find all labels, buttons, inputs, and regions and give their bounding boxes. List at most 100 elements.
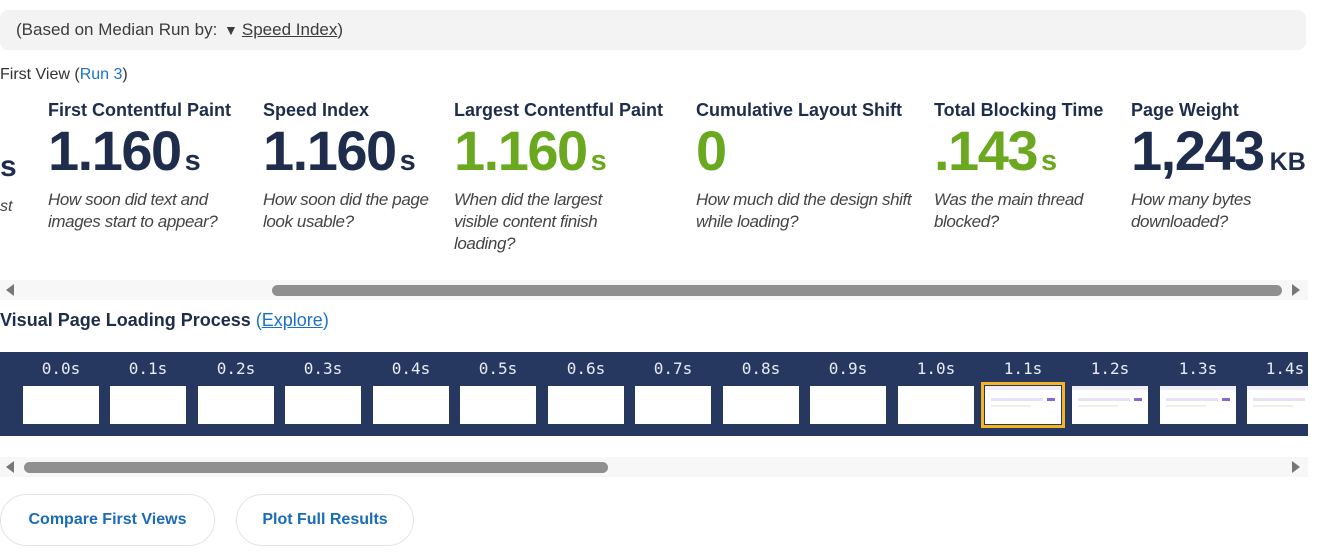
metric-unit: s [590,145,607,177]
scroll-left-icon[interactable] [6,284,14,296]
speed-index-link[interactable]: Speed Index [242,20,337,39]
metric-value: 1.160 s [454,123,644,181]
metric-description: How many bytes downloaded? [1131,190,1252,231]
frame-thumbnail[interactable] [285,386,361,424]
frame-time: 0.7s [653,359,693,378]
filmstrip-frame[interactable]: 0.2s [197,352,275,424]
metric-unit: s [184,145,201,177]
frame-time: 1.2s [1090,359,1130,378]
metric-cumulative-layout-shift: Cumulative Layout Shift 0 How much did t… [696,100,916,233]
median-run-bar: (Based on Median Run by: ▼ Speed Index) [0,10,1306,50]
thumb-header [1160,386,1236,390]
first-view-heading: First View (Run 3) [0,66,128,84]
thumb-content-bar [1166,398,1218,401]
filmstrip-frame[interactable]: 0.3s [284,352,362,424]
compare-first-views-button[interactable]: Compare First Views [0,494,215,546]
frame-thumbnail[interactable] [898,386,974,424]
frame-thumbnail[interactable] [635,386,711,424]
metric-value: 1.160 s [263,123,443,181]
frame-thumbnail[interactable] [198,386,274,424]
median-suffix: ) [337,20,344,39]
filmstrip-frame[interactable]: 0.1s [109,352,187,424]
filmstrip-frame[interactable]: 1.0s [897,352,975,424]
metric-number: 0 [696,119,727,182]
frame-thumbnail[interactable] [373,386,449,424]
metric-value: 1.160 s [48,123,253,181]
frame-thumbnail[interactable] [1247,386,1308,424]
metrics-row: First Contentful Paint 1.160 s How soon d… [0,100,1308,278]
metric-value: 0 [696,123,916,181]
thumb-content-line [1253,405,1293,407]
metric-description: How much did the design shift while load… [696,190,912,231]
metric-label: Largest Contentful Paint [454,100,664,120]
explore-link[interactable]: Explore [262,310,323,330]
metric-label: Total Blocking Time [934,100,1104,120]
thumb-header [1247,386,1308,390]
frame-time: 0.5s [478,359,518,378]
metric-number: 1.160 [48,119,182,182]
filmstrip-frame[interactable]: 1.3s [1159,352,1237,424]
thumb-content-line [1078,405,1118,407]
frame-thumbnail[interactable] [460,386,536,424]
filmstrip-frame[interactable]: 0.0s [22,352,100,424]
filmstrip-scrollbar-thumb[interactable] [24,462,608,473]
filmstrip-frame[interactable]: 1.4s [1246,352,1308,424]
thumb-content-line [1166,405,1206,407]
metric-unit: KB [1269,148,1306,176]
metric-label: First Contentful Paint [48,100,231,120]
filmstrip-frame[interactable]: 0.4s [372,352,450,424]
metrics-scrollbar[interactable] [0,280,1308,300]
run-link[interactable]: Run 3 [80,66,123,83]
frame-thumbnail[interactable] [110,386,186,424]
metric-description: How soon did text and images start to ap… [48,190,218,231]
filmstrip-frame[interactable]: 1.2s [1071,352,1149,424]
metric-number: 1.160 [263,119,397,182]
frame-time: 0.9s [828,359,868,378]
thumb-content-bar [1253,398,1305,401]
metric-unit: s [399,145,416,177]
filmstrip-frame[interactable]: 0.5s [459,352,537,424]
frame-time: 0.2s [216,359,256,378]
visual-loading-heading: Visual Page Loading Process (Explore) [0,310,329,331]
metric-first-contentful-paint: First Contentful Paint 1.160 s How soon d… [48,100,253,233]
frame-thumbnail[interactable] [810,386,886,424]
scroll-left-icon[interactable] [6,461,14,473]
filmstrip-frame[interactable]: 0.7s [634,352,712,424]
filmstrip-scrollbar[interactable] [0,457,1308,477]
scroll-right-icon[interactable] [1292,284,1300,296]
frame-time: 0.0s [41,359,81,378]
filmstrip-frame[interactable]: 0.8s [722,352,800,424]
frame-thumbnail[interactable] [1072,386,1148,424]
first-view-close: ) [122,66,128,83]
triangle-down-icon[interactable]: ▼ [224,22,238,38]
first-view-label: First View ( [0,66,80,83]
scroll-right-icon[interactable] [1292,461,1300,473]
filmstrip-frame[interactable]: 0.6s [547,352,625,424]
filmstrip-frame[interactable]: 0.9s [809,352,887,424]
thumb-content-bar [1078,398,1130,401]
metric-value: 1,243 KB [1131,123,1308,181]
filmstrip: 0.0s 0.1s 0.2s 0.3s 0.4s 0.5s 0.6s 0.7s … [0,352,1308,436]
frame-time: 1.1s [1003,359,1043,378]
explore-close-paren: ) [322,310,329,330]
frame-thumbnail[interactable] [1160,386,1236,424]
thumb-content-bar [991,398,1043,401]
metric-largest-contentful-paint: Largest Contentful Paint 1.160 s When did… [454,100,664,255]
frame-time: 0.1s [128,359,168,378]
metric-value: .143 s [934,123,1119,181]
frame-thumbnail[interactable] [548,386,624,424]
frame-time: 0.8s [741,359,781,378]
plot-full-results-button[interactable]: Plot Full Results [236,494,414,546]
frame-thumbnail[interactable] [981,382,1065,428]
frame-thumbnail[interactable] [23,386,99,424]
metric-page-weight: Page Weight 1,243 KB How many bytes downl… [1131,100,1308,233]
metric-label: Page Weight [1131,100,1239,120]
metrics-scrollbar-thumb[interactable] [272,285,1282,296]
frame-thumbnail[interactable] [723,386,799,424]
metric-number: .143 [934,119,1039,182]
filmstrip-frame-selected[interactable]: 1.1s [981,352,1065,428]
metric-number: 1,243 [1131,119,1265,182]
metric-description: Was the main thread blocked? [934,190,1083,231]
thumb-accent-bar [1134,398,1142,401]
frame-time: 0.4s [391,359,431,378]
